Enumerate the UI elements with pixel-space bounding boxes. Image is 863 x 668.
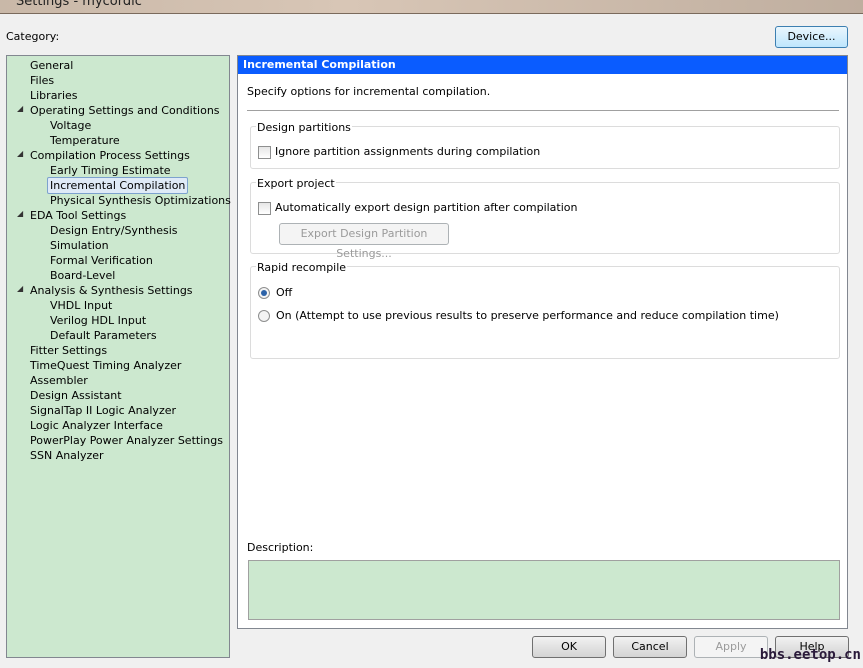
- settings-panel: Incremental Compilation Specify options …: [237, 55, 848, 629]
- ok-button[interactable]: OK: [532, 636, 606, 658]
- checkbox-label[interactable]: Automatically export design partition af…: [275, 201, 578, 214]
- off-radio[interactable]: [258, 287, 270, 299]
- divider: [247, 110, 839, 111]
- on-radio[interactable]: [258, 310, 270, 322]
- category-tree[interactable]: General Files Libraries ◢ Operating Settings…: [6, 55, 231, 658]
- tree-item[interactable]: Operating Settings and Conditions: [30, 103, 220, 118]
- tree-item[interactable]: TimeQuest Timing Analyzer: [30, 358, 181, 373]
- group-title: Rapid recompile: [256, 261, 348, 274]
- tree-item[interactable]: PowerPlay Power Analyzer Settings: [30, 433, 223, 448]
- tree-item[interactable]: Voltage: [50, 118, 91, 133]
- design-partitions-group: Design partitions Ignore partition assig…: [250, 121, 840, 169]
- panel-intro: Specify options for incremental compilat…: [247, 85, 491, 98]
- tree-item[interactable]: Physical Synthesis Optimizations: [50, 193, 231, 208]
- expand-arrow-icon[interactable]: ◢: [17, 104, 23, 113]
- window-title: Settings - mycordic: [16, 0, 142, 9]
- apply-button[interactable]: Apply: [694, 636, 768, 658]
- title-bar: Settings - mycordic: [0, 0, 863, 14]
- expand-arrow-icon[interactable]: ◢: [17, 284, 23, 293]
- checkbox-label[interactable]: Ignore partition assignments during comp…: [275, 145, 540, 158]
- tree-item[interactable]: Early Timing Estimate: [50, 163, 171, 178]
- radio-label-on[interactable]: On (Attempt to use previous results to p…: [276, 309, 779, 322]
- description-label: Description:: [247, 541, 314, 554]
- tree-item[interactable]: SSN Analyzer: [30, 448, 104, 463]
- tree-item[interactable]: Default Parameters: [50, 328, 157, 343]
- tree-item[interactable]: Compilation Process Settings: [30, 148, 190, 163]
- description-box: [248, 560, 840, 620]
- tree-item[interactable]: Design Assistant: [30, 388, 122, 403]
- tree-item[interactable]: Verilog HDL Input: [50, 313, 146, 328]
- tree-item[interactable]: Formal Verification: [50, 253, 153, 268]
- cancel-button[interactable]: Cancel: [613, 636, 687, 658]
- tree-item[interactable]: Assembler: [30, 373, 88, 388]
- tree-item[interactable]: SignalTap II Logic Analyzer: [30, 403, 176, 418]
- tree-item[interactable]: Files: [30, 73, 54, 88]
- category-label: Category:: [6, 30, 60, 43]
- tree-item[interactable]: Incremental Compilation: [47, 177, 189, 194]
- tree-item[interactable]: Logic Analyzer Interface: [30, 418, 163, 433]
- tree-item[interactable]: Simulation: [50, 238, 109, 253]
- export-partition-settings-button[interactable]: Export Design Partition Settings...: [279, 223, 449, 260]
- panel-title: Incremental Compilation: [238, 56, 847, 74]
- group-title: Export project: [256, 177, 336, 190]
- expand-arrow-icon[interactable]: ◢: [17, 209, 23, 218]
- tree-item[interactable]: Board-Level: [50, 268, 115, 283]
- tree-item[interactable]: VHDL Input: [50, 298, 112, 313]
- tree-item[interactable]: Libraries: [30, 88, 78, 103]
- rapid-recompile-group: Rapid recompile Off On (Attempt to use p…: [250, 261, 840, 359]
- export-project-group: Export project Automatically export desi…: [250, 177, 840, 260]
- tree-item[interactable]: Fitter Settings: [30, 343, 107, 358]
- device-button[interactable]: Device...: [775, 26, 848, 48]
- radio-label-off[interactable]: Off: [276, 286, 292, 299]
- auto-export-checkbox[interactable]: [258, 202, 271, 215]
- tree-item[interactable]: General: [30, 58, 73, 73]
- tree-item[interactable]: Design Entry/Synthesis: [50, 223, 177, 238]
- ignore-partition-checkbox[interactable]: [258, 146, 271, 159]
- tree-item[interactable]: Temperature: [50, 133, 120, 148]
- tree-item[interactable]: EDA Tool Settings: [30, 208, 126, 223]
- group-title: Design partitions: [256, 121, 352, 134]
- watermark: bbs.eetop.cn: [759, 647, 861, 663]
- expand-arrow-icon[interactable]: ◢: [17, 149, 23, 158]
- tree-item[interactable]: Analysis & Synthesis Settings: [30, 283, 193, 298]
